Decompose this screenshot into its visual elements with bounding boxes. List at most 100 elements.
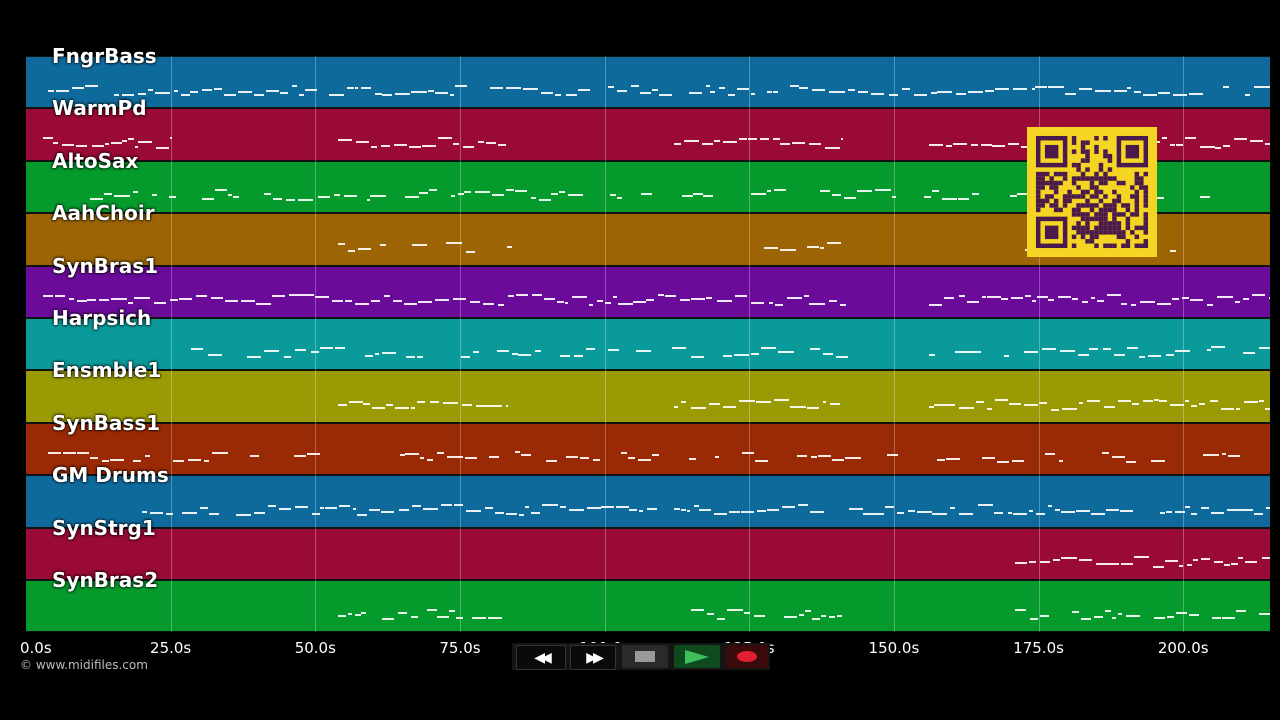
qr-code[interactable] <box>1027 127 1157 257</box>
note <box>141 511 148 514</box>
note <box>43 137 53 140</box>
note <box>1078 401 1084 404</box>
note <box>1150 459 1166 462</box>
note <box>233 195 240 198</box>
note <box>972 192 979 195</box>
note <box>521 454 532 457</box>
note <box>1236 609 1247 612</box>
note <box>691 356 704 359</box>
note <box>1121 303 1128 306</box>
note <box>189 91 199 94</box>
note <box>1035 86 1048 89</box>
note <box>1235 408 1241 411</box>
note <box>416 400 426 403</box>
note <box>567 194 584 197</box>
note <box>263 193 271 196</box>
note <box>751 353 759 356</box>
note <box>1176 612 1188 615</box>
note <box>1009 194 1017 197</box>
play-button[interactable] <box>674 645 720 668</box>
note <box>658 93 673 96</box>
note <box>1221 453 1227 456</box>
note <box>1051 408 1060 411</box>
note <box>298 94 305 97</box>
note <box>917 510 933 513</box>
note <box>1184 399 1190 402</box>
note <box>465 509 482 512</box>
note <box>831 194 842 197</box>
note <box>285 199 295 202</box>
note <box>199 506 208 509</box>
time-tick-label: 75.0s <box>439 639 481 657</box>
track-name: SynBras2 <box>52 568 159 592</box>
note <box>1044 452 1055 455</box>
note <box>1055 509 1060 512</box>
note <box>196 294 207 297</box>
note <box>1181 296 1189 299</box>
note <box>757 510 767 513</box>
note <box>90 198 104 201</box>
note <box>405 453 420 456</box>
note <box>607 348 619 351</box>
note <box>461 355 470 358</box>
note <box>1210 511 1225 514</box>
note <box>888 94 898 97</box>
note <box>1024 350 1038 353</box>
note <box>268 505 277 508</box>
note <box>686 510 691 513</box>
note <box>1061 510 1075 513</box>
note <box>1072 298 1079 300</box>
note <box>847 89 856 92</box>
note <box>735 294 747 297</box>
note <box>688 91 702 94</box>
note <box>683 140 700 143</box>
note <box>224 93 236 96</box>
note <box>781 505 796 508</box>
note <box>508 295 514 298</box>
time-tick-label: 0.0s <box>20 639 52 657</box>
stop-button[interactable] <box>622 645 668 668</box>
note <box>1202 454 1219 457</box>
note <box>993 511 1004 514</box>
note <box>1132 403 1140 406</box>
note <box>338 243 345 246</box>
note <box>461 404 472 407</box>
note <box>1231 562 1238 565</box>
note <box>487 617 502 620</box>
note <box>980 143 993 146</box>
note <box>1007 511 1013 514</box>
note <box>55 295 65 298</box>
note <box>1096 299 1105 302</box>
note <box>747 137 758 140</box>
note <box>773 399 789 402</box>
note <box>680 298 690 301</box>
note <box>132 191 138 194</box>
note <box>416 356 423 359</box>
note <box>682 194 693 197</box>
record-button[interactable] <box>726 645 768 668</box>
note <box>874 189 891 192</box>
rewind-button[interactable]: ◀◀ <box>516 645 566 670</box>
note <box>469 300 480 303</box>
note <box>542 504 559 507</box>
note <box>821 614 827 617</box>
note <box>798 614 804 617</box>
note <box>540 91 554 94</box>
note <box>241 299 255 302</box>
note <box>994 87 1010 90</box>
note <box>1261 556 1270 559</box>
note <box>1040 615 1050 618</box>
note <box>191 348 204 351</box>
note <box>85 85 98 88</box>
note <box>1076 509 1090 512</box>
fast-forward-icon: ▶▶ <box>586 649 603 666</box>
note <box>617 197 623 200</box>
note <box>1189 298 1203 301</box>
note <box>370 194 387 197</box>
note <box>857 189 872 192</box>
note <box>1121 562 1133 565</box>
note <box>338 403 348 406</box>
fast-forward-button[interactable]: ▶▶ <box>570 645 616 670</box>
note <box>738 138 748 141</box>
note <box>173 459 185 462</box>
